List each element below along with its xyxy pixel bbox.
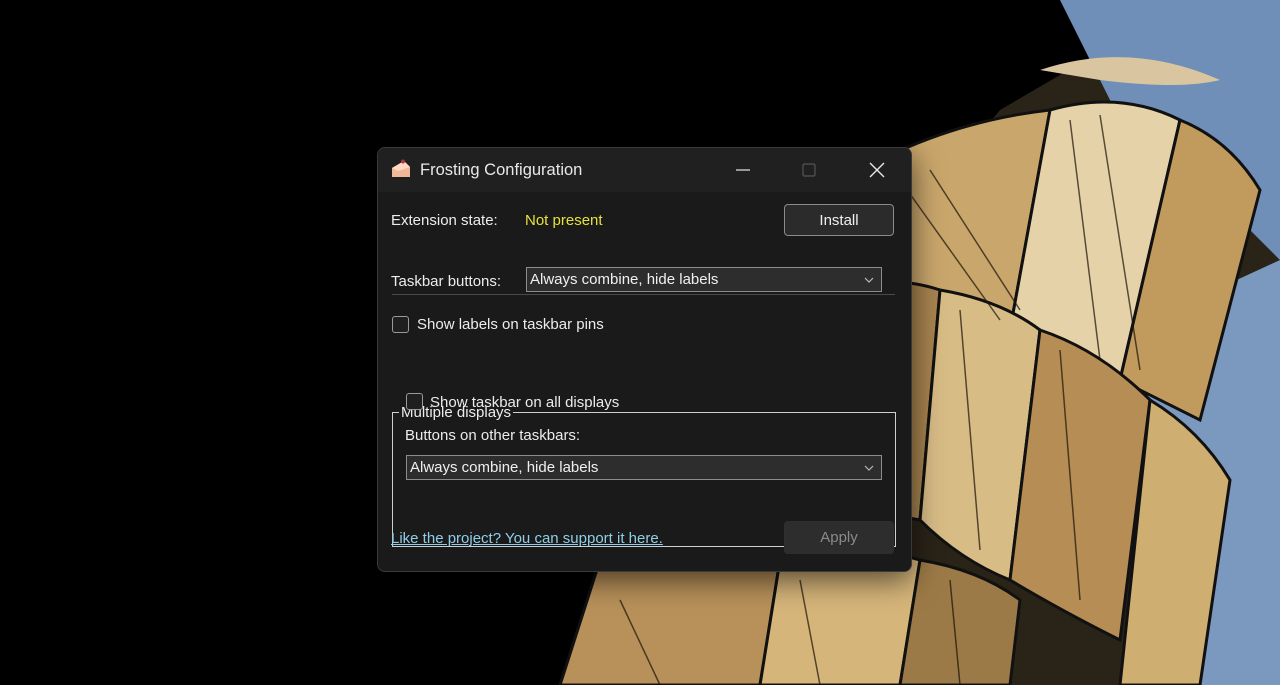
title-bar[interactable]: Frosting Configuration xyxy=(378,148,911,192)
show-labels-pins-checkbox[interactable] xyxy=(392,316,409,333)
maximize-icon xyxy=(802,163,816,177)
show-taskbar-all-displays-label[interactable]: Show taskbar on all displays xyxy=(430,394,619,411)
chevron-down-icon xyxy=(864,277,874,283)
buttons-other-taskbars-selected: Always combine, hide labels xyxy=(410,459,599,476)
taskbar-buttons-selected: Always combine, hide labels xyxy=(530,271,719,288)
show-taskbar-all-displays-checkbox[interactable] xyxy=(406,393,423,410)
install-button[interactable]: Install xyxy=(784,204,894,236)
taskbar-buttons-select[interactable]: Always combine, hide labels xyxy=(526,267,882,292)
minimize-icon xyxy=(736,169,750,171)
window-content: Extension state: Not present Install Tas… xyxy=(378,192,911,571)
support-link[interactable]: Like the project? You can support it her… xyxy=(391,530,663,547)
chevron-down-icon xyxy=(864,465,874,471)
frosting-configuration-window: Frosting Configuration Extension state: … xyxy=(377,147,912,572)
buttons-other-taskbars-select[interactable]: Always combine, hide labels xyxy=(406,455,882,480)
minimize-button[interactable] xyxy=(710,148,776,192)
show-labels-pins-label[interactable]: Show labels on taskbar pins xyxy=(417,316,604,333)
close-icon xyxy=(869,162,885,178)
window-title: Frosting Configuration xyxy=(420,161,583,179)
taskbar-buttons-label: Taskbar buttons: xyxy=(391,273,502,290)
apply-button: Apply xyxy=(784,521,894,554)
close-button[interactable] xyxy=(844,148,910,192)
cake-slice-icon xyxy=(392,159,410,177)
buttons-other-taskbars-label: Buttons on other taskbars: xyxy=(405,427,581,444)
maximize-button xyxy=(776,148,842,192)
divider xyxy=(392,294,895,295)
extension-state-label: Extension state: xyxy=(391,212,498,229)
extension-state-value: Not present xyxy=(525,212,603,229)
